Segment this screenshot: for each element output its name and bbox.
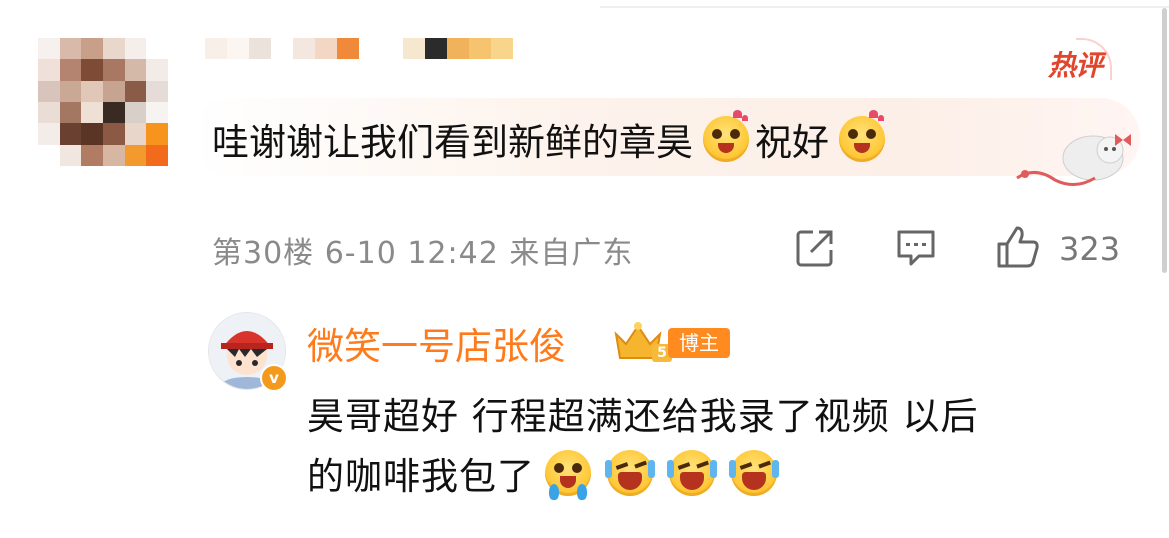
commenter-name-pixelated[interactable] (205, 38, 513, 80)
comment-body-suffix: 祝好 (755, 121, 829, 164)
verified-badge: v (260, 364, 288, 392)
reply-author-name[interactable]: 微笑一号店张俊 (307, 316, 566, 370)
laughing-tears-emoji (729, 450, 779, 496)
share-icon[interactable] (795, 228, 835, 268)
like-icon[interactable] (995, 224, 1041, 270)
crying-emoji (545, 450, 591, 500)
badge-label: 博主 (668, 328, 730, 358)
laughing-tears-emoji (605, 450, 655, 496)
comment-icon[interactable] (895, 228, 937, 268)
reply-text-line1: 昊哥超好 行程超满还给我录了视频 以后 (307, 395, 979, 438)
reply-text-line2-body: 的咖啡我包了 (307, 455, 535, 498)
like-count: 323 (1059, 230, 1121, 268)
commenter-avatar-pixelated[interactable] (38, 38, 168, 166)
top-divider (600, 6, 1169, 8)
hot-comment-tag: 热评 (1048, 38, 1113, 84)
reply-text-line2: 的咖啡我包了 (307, 446, 783, 500)
comment-text: 哇谢谢让我们看到新鲜的章昊 祝好 (212, 110, 891, 166)
smiling-hearts-emoji (839, 110, 885, 162)
cat-sticker-icon (1016, 134, 1131, 186)
comment-meta: 第30楼 6-10 12:42 来自广东 (212, 236, 634, 271)
comment-actions: 323 (795, 222, 1135, 272)
scrollbar[interactable] (1162, 8, 1167, 273)
blogger-badge: 5 博主 (612, 320, 730, 364)
laughing-tears-emoji (667, 450, 717, 496)
comment-body: 哇谢谢让我们看到新鲜的章昊 (212, 121, 693, 164)
smiling-hearts-emoji (703, 110, 749, 162)
